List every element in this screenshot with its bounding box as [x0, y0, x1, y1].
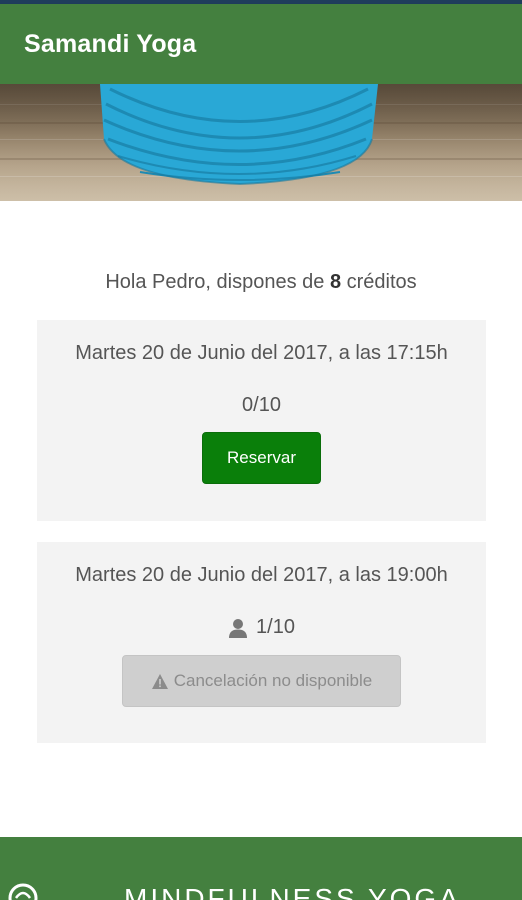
class-card: Martes 20 de Junio del 2017, a las 17:15… [37, 320, 486, 521]
class-card: Martes 20 de Junio del 2017, a las 19:00… [37, 542, 486, 743]
class-occupancy: 1/10 [37, 616, 486, 639]
class-occupancy: 0/10 [242, 394, 281, 416]
hero-image [0, 84, 522, 201]
credits-count: 8 [329, 271, 342, 293]
lotus-logo-icon [8, 883, 38, 900]
app-bar: Samandi Yoga [0, 4, 522, 84]
credits-greeting: Hola Pedro, dispones de 8 créditos [105, 271, 417, 293]
reserve-button[interactable]: Reservar [202, 432, 321, 484]
warning-icon [151, 673, 168, 689]
class-date: Martes 20 de Junio del 2017, a las 19:00… [75, 564, 448, 586]
app-title: Samandi Yoga [24, 29, 197, 58]
main-content: Hola Pedro, dispones de 8 créditos Marte… [0, 201, 522, 837]
cancellation-unavailable-button: Cancelación no disponible [122, 655, 401, 707]
footer-banner: MINDFULNESS YOGA [0, 837, 522, 900]
footer-title: MINDFULNESS YOGA [124, 883, 461, 900]
yoga-mat-illustration [0, 84, 522, 201]
class-date: Martes 20 de Junio del 2017, a las 17:15… [75, 342, 448, 364]
person-icon [229, 618, 248, 638]
